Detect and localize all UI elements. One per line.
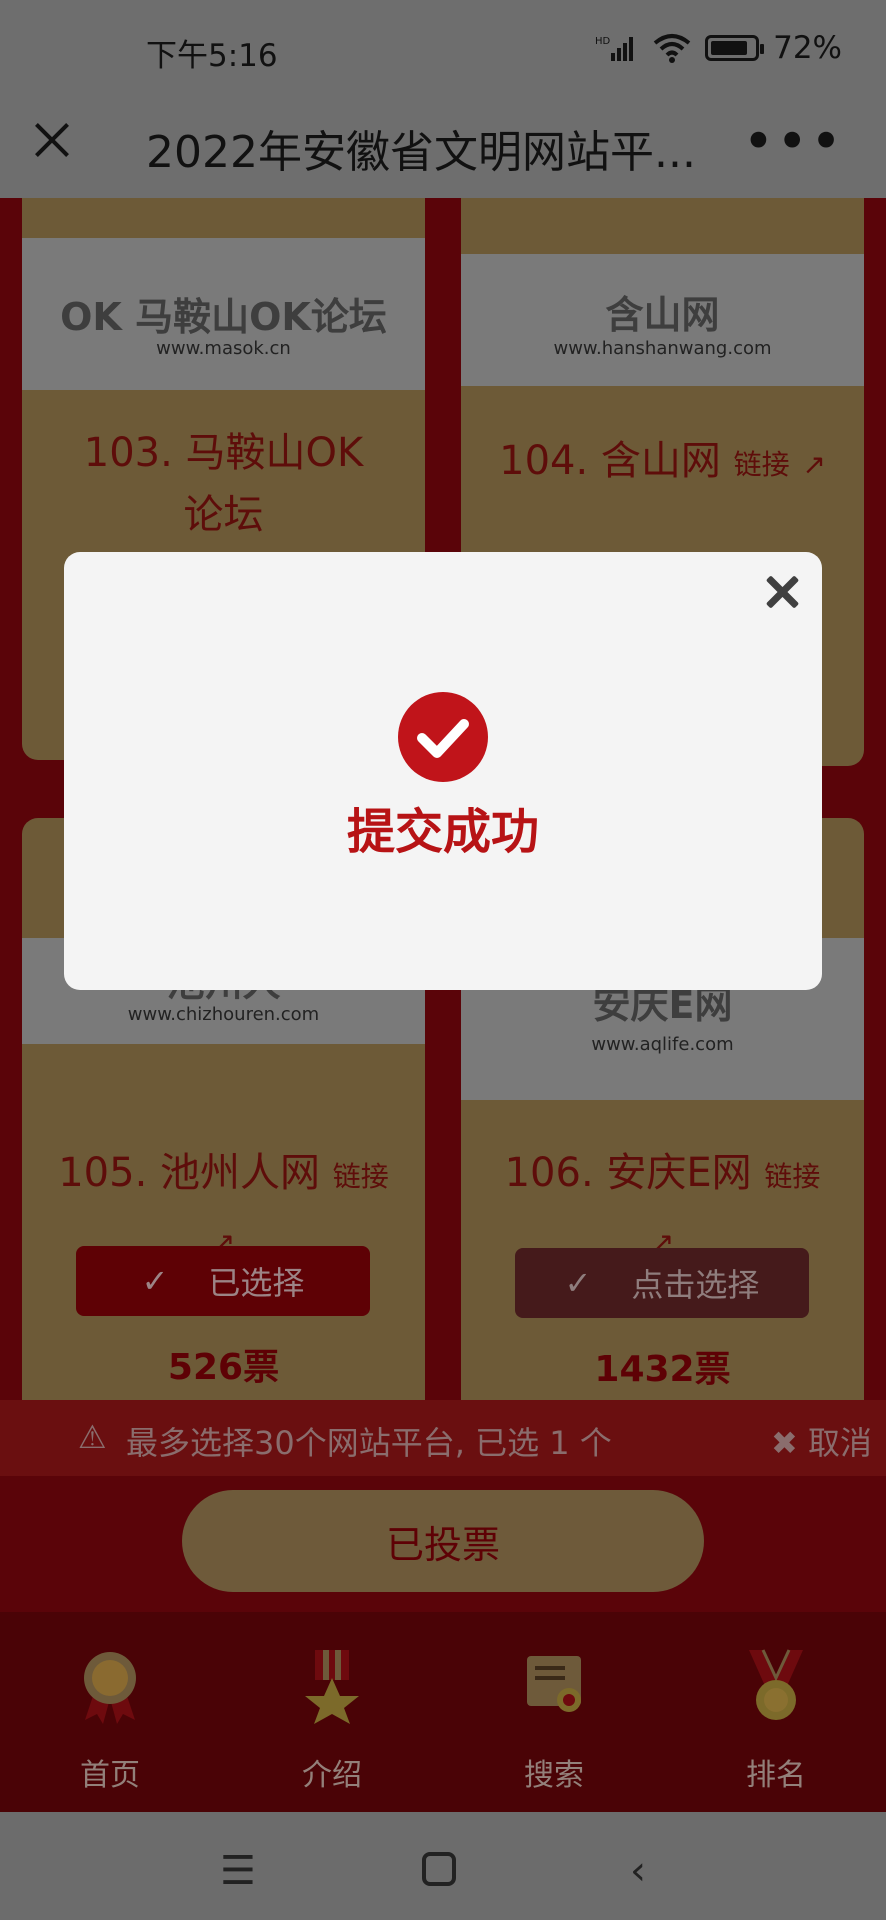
home-icon[interactable] — [422, 1852, 456, 1886]
tab-label: 排名 — [746, 1758, 806, 1793]
more-options-icon[interactable]: ••• — [742, 110, 844, 173]
tab-label: 介绍 — [302, 1758, 362, 1793]
cancel-label: 取消 — [807, 1424, 872, 1462]
button-label: 已选择 — [208, 1264, 305, 1302]
select-button[interactable]: ✓ 点击选择 — [515, 1248, 809, 1318]
status-bar: 下午5:16 HD 72% — [0, 0, 886, 96]
svg-text:HD: HD — [595, 36, 611, 47]
logo-url: www.chizhouren.com — [127, 1004, 320, 1025]
logo-url: www.hanshanwang.com — [553, 338, 772, 359]
check-icon: ✓ — [141, 1262, 169, 1300]
tab-label: 搜索 — [524, 1758, 584, 1793]
star-award-icon — [305, 1650, 359, 1724]
voted-button[interactable]: 已投票 — [182, 1490, 704, 1592]
status-icons: HD 72% — [595, 30, 842, 66]
logo-url: www.aqlife.com — [591, 1034, 734, 1055]
vote-count: 1432票 — [594, 1349, 731, 1390]
logo-url: www.masok.cn — [156, 338, 291, 359]
battery-level: 72% — [773, 30, 842, 66]
certificate-icon — [527, 1656, 581, 1712]
notice-text: 最多选择30个网站平台, 已选 1 个 — [126, 1424, 612, 1462]
signal-icon: HD — [595, 36, 634, 61]
site-name-text: 104. 含山网 — [499, 438, 721, 484]
vote-count: 526票 — [167, 1347, 280, 1388]
success-message: 提交成功 — [346, 804, 539, 860]
cancel-button[interactable]: ✖ 取消 — [771, 1418, 872, 1464]
site-name-text: 105. 池州人网 — [58, 1150, 321, 1196]
site-logo: 含山网 www.hanshanwang.com — [461, 254, 864, 386]
selection-notice: ⚠ 最多选择30个网站平台, 已选 1 个 ✖ 取消 — [0, 1400, 886, 1476]
tab-ranking[interactable]: 排名 — [696, 1648, 856, 1794]
title-bar: 2022年安徽省文明网站平... ••• — [0, 96, 886, 198]
site-link[interactable]: 链接 — [764, 1160, 820, 1193]
status-time: 下午5:16 — [146, 38, 278, 74]
site-name-text: 106. 安庆E网 — [504, 1150, 752, 1196]
system-nav-bar: ☰ ‹ — [0, 1812, 886, 1920]
bottom-tab-bar: 首页 介绍 搜索 排名 — [0, 1612, 886, 1812]
site-link[interactable]: 链接 — [734, 448, 790, 481]
tab-search[interactable]: 搜索 — [474, 1648, 634, 1794]
site-name: 103. 马鞍山OK论坛 — [83, 430, 364, 538]
site-link[interactable]: 链接 — [333, 1160, 389, 1193]
checkmark-circle-icon — [398, 692, 488, 782]
medal-icon — [84, 1652, 136, 1724]
site-name: 104. 含山网 链接 ↗ — [461, 430, 864, 496]
selected-button[interactable]: ✓ 已选择 — [76, 1246, 370, 1316]
external-link-icon[interactable]: ↗ — [802, 448, 825, 481]
tab-label: 首页 — [80, 1758, 140, 1793]
battery-icon — [705, 35, 765, 61]
check-icon: ✓ — [564, 1264, 592, 1302]
close-icon[interactable] — [764, 574, 800, 610]
success-modal: 提交成功 — [64, 552, 822, 990]
tab-intro[interactable]: 介绍 — [252, 1648, 412, 1794]
logo-text: OK 马鞍山OK论坛 — [60, 295, 387, 339]
site-logo: OK 马鞍山OK论坛 www.masok.cn — [22, 238, 425, 390]
close-icon[interactable] — [28, 116, 76, 164]
warning-icon: ⚠ — [78, 1418, 107, 1456]
logo-text: 含山网 — [605, 293, 720, 337]
button-label: 点击选择 — [631, 1266, 760, 1304]
page-title: 2022年安徽省文明网站平... — [146, 127, 696, 178]
menu-icon[interactable]: ☰ — [220, 1848, 256, 1894]
ranking-medal-icon — [749, 1649, 803, 1720]
wifi-icon — [653, 34, 691, 63]
tab-home[interactable]: 首页 — [30, 1648, 190, 1794]
back-icon[interactable]: ‹ — [630, 1848, 646, 1894]
